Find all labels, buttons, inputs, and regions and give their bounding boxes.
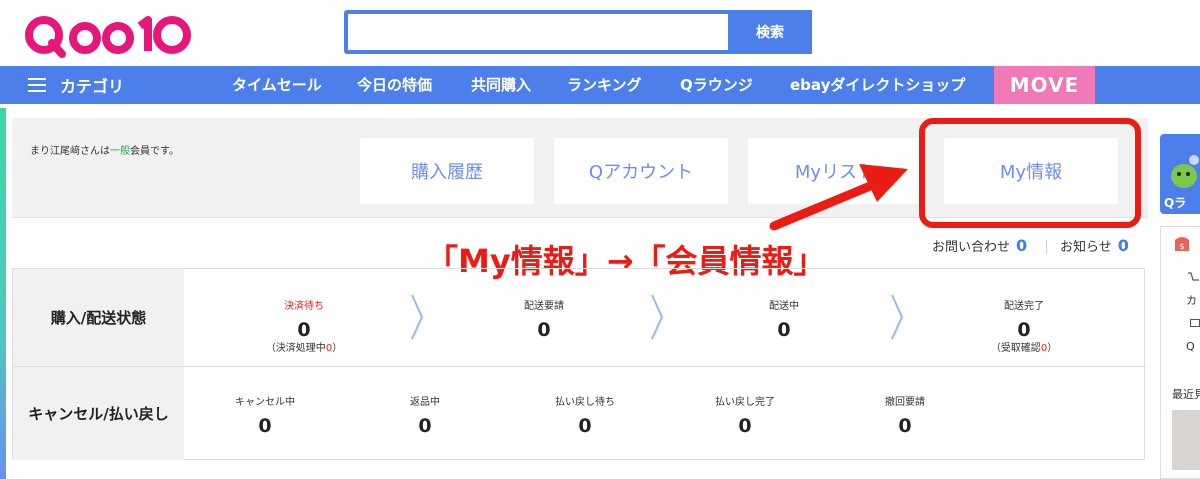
right-item-q[interactable]: Q <box>1186 340 1195 353</box>
right-item-recent[interactable]: 最近見 <box>1172 386 1200 402</box>
coupon-icon: $ <box>1175 237 1189 251</box>
hamburger-icon <box>28 78 46 92</box>
recent-product-thumbnail[interactable] <box>1172 410 1200 470</box>
nav-item-ranking[interactable]: ランキング <box>567 66 642 104</box>
contact-link[interactable]: お問い合わせ 0 <box>932 236 1027 255</box>
status-awaiting-refund[interactable]: 払い戻し待ち 0 <box>515 393 655 437</box>
nav-item-qlounge[interactable]: Qラウンジ <box>680 66 753 104</box>
status-cancelling[interactable]: キャンセル中 0 <box>195 393 335 437</box>
mail-icon <box>1190 319 1200 327</box>
search-input[interactable] <box>348 14 728 50</box>
status-delivered[interactable]: 配送完了 0 （受取確認0） <box>954 297 1094 354</box>
qoo10-logo[interactable] <box>22 10 194 60</box>
chevron-right-icon <box>891 294 904 340</box>
left-accent-stripe <box>0 108 6 479</box>
status-refund-complete[interactable]: 払い戻し完了 0 <box>675 393 815 437</box>
inquiry-divider <box>1046 240 1047 254</box>
notice-count: 0 <box>1117 236 1129 255</box>
main-nav: カテゴリ タイムセール 今日の特価 共同購入 ランキング Qラウンジ ebayダ… <box>0 66 1200 104</box>
move-logo: MOVE <box>1009 73 1080 97</box>
purchase-status-label: 購入/配送状態 <box>13 269 184 366</box>
nav-item-timesale[interactable]: タイムセール <box>232 66 322 104</box>
search-bar: 検索 <box>344 10 812 54</box>
status-in-delivery[interactable]: 配送中 0 <box>714 297 854 341</box>
search-button[interactable]: 検索 <box>728 10 812 54</box>
contact-count: 0 <box>1016 236 1028 255</box>
cart-icon <box>1188 272 1199 281</box>
cancel-status-label: キャンセル/払い戻し <box>13 367 184 460</box>
order-status-table: 購入/配送状態 キャンセル/払い戻し 決済待ち 0 （決済処理中0） 配送要請 … <box>12 268 1146 460</box>
annotation-arrow <box>769 164 908 231</box>
nav-item-today-deal[interactable]: 今日の特価 <box>357 66 432 104</box>
chevron-right-icon <box>651 294 664 340</box>
category-menu-button[interactable]: カテゴリ <box>28 66 124 104</box>
member-status-text: まり江尾﨑さんは一般会員です。 <box>30 146 179 157</box>
status-awaiting-payment[interactable]: 決済待ち 0 （決済処理中0） <box>234 297 374 354</box>
purchase-history-button[interactable]: 購入履歴 <box>360 138 534 204</box>
move-banner[interactable]: MOVE <box>994 66 1095 104</box>
mascot-icon <box>1171 155 1199 188</box>
category-label: カテゴリ <box>60 77 125 96</box>
annotation-highlight-box <box>919 118 1141 228</box>
right-item-cart[interactable]: カ <box>1186 292 1197 308</box>
qlounge-widget[interactable]: Qラ <box>1160 134 1200 214</box>
nav-item-group-buy[interactable]: 共同購入 <box>471 66 531 104</box>
q-account-button[interactable]: Qアカウント <box>554 138 728 204</box>
chevron-right-icon <box>411 294 424 340</box>
nav-item-ebay-direct[interactable]: ebayダイレクトショップ <box>790 66 965 104</box>
notice-link[interactable]: お知らせ 0 <box>1060 236 1129 255</box>
status-withdrawal-request[interactable]: 撤回要請 0 <box>835 393 975 437</box>
member-grade: 一般 <box>110 146 130 157</box>
status-returning[interactable]: 返品中 0 <box>355 393 495 437</box>
qlounge-label: Qラ <box>1164 196 1187 210</box>
svg-text:$: $ <box>1179 242 1184 251</box>
status-shipping-requested[interactable]: 配送要請 0 <box>474 297 614 341</box>
